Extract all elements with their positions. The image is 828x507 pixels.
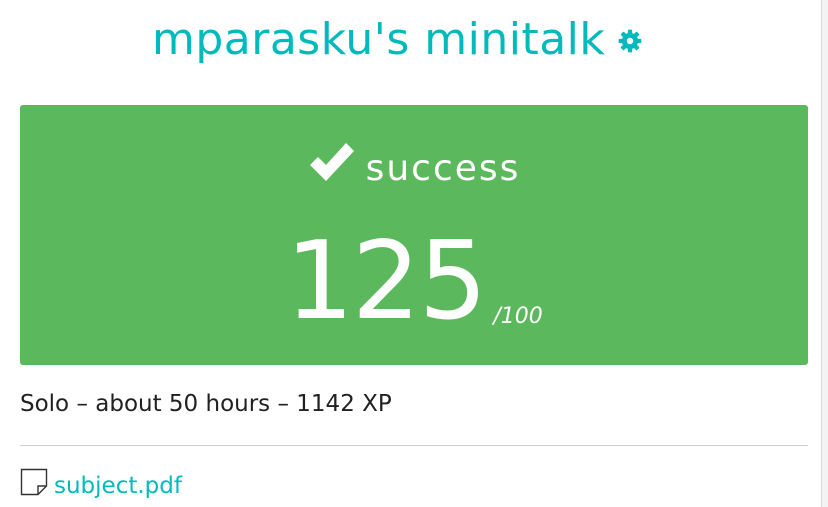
subject-pdf-link[interactable]: subject.pdf xyxy=(54,468,182,504)
scrollbar[interactable] xyxy=(821,0,828,507)
file-icon xyxy=(20,468,48,496)
score-max: /100 xyxy=(493,304,543,329)
page-header: mparasku's minitalk xyxy=(0,12,828,72)
score-value: 125 xyxy=(285,219,487,344)
divider xyxy=(20,445,808,446)
checkmark-icon xyxy=(308,141,356,183)
gear-icon[interactable] xyxy=(617,28,643,54)
attachment-item[interactable]: subject.pdf xyxy=(20,468,182,500)
project-title: mparasku's minitalk xyxy=(152,14,606,65)
score-row: 125/100 xyxy=(20,223,808,341)
project-meta: Solo – about 50 hours – 1142 XP xyxy=(20,391,392,417)
result-panel: success 125/100 xyxy=(20,105,808,365)
status-label: success xyxy=(365,148,521,189)
status-row: success xyxy=(20,141,808,195)
